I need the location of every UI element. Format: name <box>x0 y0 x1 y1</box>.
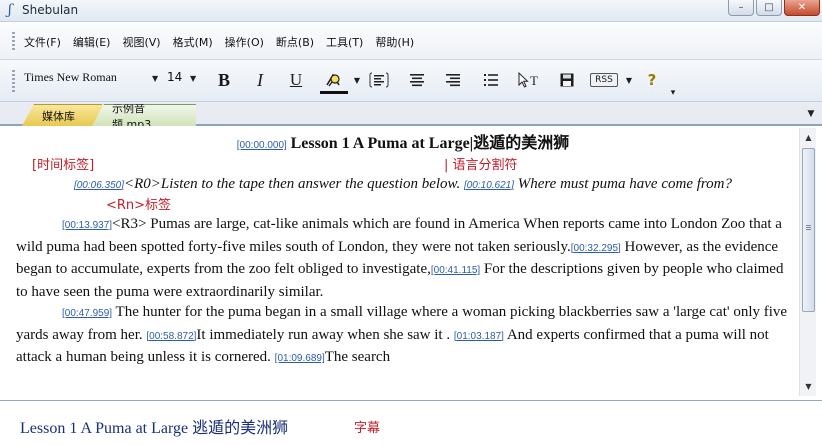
align-right-button[interactable] <box>442 69 464 91</box>
font-name-select[interactable]: Times New Roman <box>20 68 162 88</box>
menu-tools[interactable]: 工具(T) <box>326 34 363 50</box>
window-controls: – □ ✕ <box>728 0 820 16</box>
title-bar: ʃ Shebulan – □ ✕ <box>0 0 822 22</box>
timestamp-link[interactable]: [00:58.872] <box>146 331 196 342</box>
align-center-icon <box>410 74 424 87</box>
timestamp-link[interactable]: [00:06.350] <box>74 180 124 191</box>
menu-grip-icon[interactable] <box>12 32 15 50</box>
subtitle-panel: Lesson 1 A Puma at Large 逃遁的美洲狮 字幕 <box>0 400 822 446</box>
font-color-icon <box>326 73 340 87</box>
menu-file[interactable]: 文件(F) <box>24 34 61 50</box>
help-button[interactable]: ? <box>644 69 660 91</box>
paragraph-1: [00:13.937]<R3> Pumas are large, cat-lik… <box>16 214 790 302</box>
timestamp-link[interactable]: [00:10.621] <box>464 180 514 191</box>
note-time-tag: [时间标签] <box>32 157 95 173</box>
save-icon <box>560 73 574 87</box>
list-icon <box>484 74 498 86</box>
menu-operation[interactable]: 操作(O) <box>225 34 264 50</box>
paragraph-2: [00:47.959] The hunter for the puma bega… <box>16 302 790 370</box>
subtitle-text: Lesson 1 A Puma at Large 逃遁的美洲狮 <box>20 420 289 437</box>
menu-items: 文件(F) 编辑(E) 视图(V) 格式(M) 操作(O) 断点(B) 工具(T… <box>24 34 414 50</box>
font-color-dropdown-icon[interactable]: ▼ <box>352 69 362 91</box>
paragraph-text: The search <box>324 349 391 365</box>
font-size-dropdown-icon[interactable]: ▼ <box>190 74 196 83</box>
close-button[interactable]: ✕ <box>784 0 820 16</box>
font-color-button[interactable] <box>320 69 348 91</box>
timestamp-link[interactable]: [00:47.959] <box>62 308 112 319</box>
save-button[interactable] <box>556 69 578 91</box>
format-toolbar: Times New Roman ▼ 14 ▼ B I U ▼ T RSS ▼ ?… <box>0 60 822 102</box>
font-name-dropdown-icon[interactable]: ▼ <box>152 74 158 83</box>
menu-bar: 文件(F) 编辑(E) 视图(V) 格式(M) 操作(O) 断点(B) 工具(T… <box>0 22 822 60</box>
rss-button[interactable]: RSS <box>590 73 618 87</box>
align-right-icon <box>446 74 460 87</box>
timestamp-link[interactable]: [00:32.295] <box>571 243 621 254</box>
app-icon: ʃ <box>8 2 12 18</box>
title-line: [00:00.000] Lesson 1 A Puma at Large|逃遁的… <box>16 134 790 157</box>
lyrics-editor[interactable]: [00:00.000] Lesson 1 A Puma at Large|逃遁的… <box>4 128 798 396</box>
menu-edit[interactable]: 编辑(E) <box>73 34 111 50</box>
timestamp-link[interactable]: [00:13.937] <box>62 220 112 231</box>
rss-dropdown-icon[interactable]: ▼ <box>624 69 634 91</box>
tab-sample-audio[interactable]: 示例音频.mp3 <box>92 104 196 126</box>
scroll-down-arrow-icon[interactable]: ▼ <box>801 379 816 394</box>
timestamp-link[interactable]: [00:00.000] <box>237 140 287 151</box>
menu-breakpoint[interactable]: 断点(B) <box>276 34 314 50</box>
svg-text:T: T <box>530 73 538 88</box>
instruction-text: <R0>Listen to the tape then answer the q… <box>124 175 457 192</box>
lesson-title: Lesson 1 A Puma at Large|逃遁的美洲狮 <box>290 135 570 152</box>
toolbar-overflow-icon[interactable]: ▾ <box>668 82 678 104</box>
tab-list-dropdown-icon[interactable]: ▼ <box>804 107 818 121</box>
underline-button[interactable]: U <box>286 69 306 91</box>
menu-view[interactable]: 视图(V) <box>122 34 160 50</box>
note-rn-tag: <Rn>标签 <box>106 198 172 213</box>
select-text-icon: T <box>518 71 538 88</box>
select-text-button[interactable]: T <box>516 69 542 91</box>
font-color-swatch <box>320 91 348 94</box>
subtitle-label: 字幕 <box>354 421 381 436</box>
scrollbar-thumb[interactable] <box>802 148 815 312</box>
menu-help[interactable]: 帮助(H) <box>375 34 414 50</box>
align-left-button[interactable] <box>368 69 390 91</box>
italic-button[interactable]: I <box>250 69 270 91</box>
bold-button[interactable]: B <box>214 69 234 91</box>
scrollbar-grip-icon <box>806 225 811 231</box>
menu-format[interactable]: 格式(M) <box>173 34 213 50</box>
timestamp-link[interactable]: [00:41.115] <box>431 265 480 276</box>
question-text: Where must puma have come from? <box>517 175 733 192</box>
instruction-text-end: . <box>456 175 461 192</box>
document-tabs: 媒体库 示例音频.mp3 ▼ <box>0 102 822 126</box>
font-size-select[interactable]: 14 <box>167 70 182 84</box>
window-title: Shebulan <box>22 3 79 17</box>
paragraph-text: It immediately run away when she saw it … <box>196 326 454 343</box>
align-center-button[interactable] <box>406 69 428 91</box>
note-language-separator: | 语言分割符 <box>444 157 518 173</box>
list-button[interactable] <box>480 69 502 91</box>
scroll-up-arrow-icon[interactable]: ▲ <box>801 130 816 145</box>
toolbar-grip-icon[interactable] <box>12 70 15 92</box>
editor-scrollbar[interactable]: ▲ ▼ <box>799 128 816 396</box>
timestamp-link[interactable]: [01:03.187] <box>454 331 504 342</box>
maximize-button[interactable]: □ <box>756 0 782 16</box>
tab-media-library[interactable]: 媒体库 <box>22 104 102 126</box>
minimize-button[interactable]: – <box>728 0 754 16</box>
annotation-row: [时间标签] | 语言分割符 <box>16 157 790 174</box>
instruction-line: [00:06.350]<R0>Listen to the tape then a… <box>16 174 790 197</box>
align-left-icon <box>369 72 389 88</box>
timestamp-link[interactable]: [01:09.689] <box>275 353 325 364</box>
